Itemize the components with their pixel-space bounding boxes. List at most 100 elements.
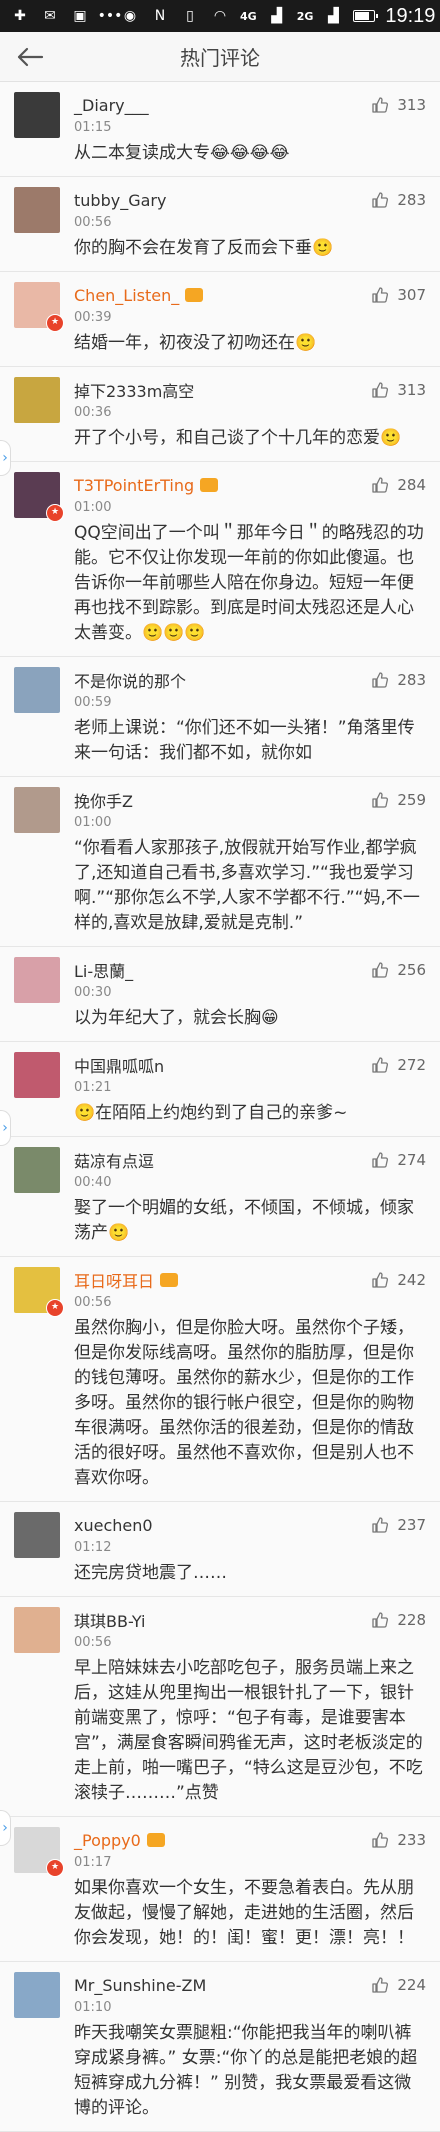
avatar[interactable] xyxy=(14,377,60,423)
like-button[interactable]: 283 xyxy=(371,191,426,209)
comment-author[interactable]: 挽你手Z xyxy=(74,788,133,812)
signal-icon: ▟ xyxy=(271,8,283,24)
verified-badge-icon: ★ xyxy=(46,314,64,332)
comment-item[interactable]: 菇凉有点逗 274 00:40 娶了一个明媚的女纸，不倾国，不倾城，倾家荡产🙂 xyxy=(0,1137,440,1257)
avatar[interactable]: ★ xyxy=(14,1827,64,1877)
avatar[interactable]: ★ xyxy=(14,1267,64,1317)
comment-body: Chen_Listen_ 307 00:39 结婚一年，初夜没了初吻还在🙂 xyxy=(74,282,426,356)
like-count: 272 xyxy=(397,1056,426,1074)
like-button[interactable]: 284 xyxy=(371,476,426,494)
comment-text: 老师上课说：“你们还不如一头猪！”角落里传来一句话：我们都不如，就你如 xyxy=(74,718,415,763)
thumb-up-icon xyxy=(372,962,389,978)
verified-badge-icon: ★ xyxy=(46,1299,64,1317)
like-button[interactable]: 313 xyxy=(371,96,426,114)
comment-item[interactable]: Mr_Sunshine-ZM 224 01:10 昨天我嘲笑女票腿粗:“你能把我当年的… xyxy=(0,1962,440,2132)
comment-text: 开了个小号，和自己谈了个十几年的恋爱🙂 xyxy=(74,428,402,448)
comment-list[interactable]: _Diary___ 313 01:15 从二本复读成大专😂😂😂😂 tubby_Gary 2… xyxy=(0,82,440,2132)
avatar[interactable] xyxy=(14,1972,60,2018)
thumb-up-icon xyxy=(372,792,389,808)
like-button[interactable]: 224 xyxy=(371,1976,426,1994)
comment-item[interactable]: 中国鼎呱呱n 272 01:21 🙂在陌陌上约炮约到了自己的亲爹~ xyxy=(0,1042,440,1137)
comment-author[interactable]: T3TPointErTing xyxy=(74,476,194,495)
back-button[interactable] xyxy=(0,32,60,82)
thumb-up-icon xyxy=(372,192,389,208)
comment-item[interactable]: 挽你手Z 259 01:00 “你看看人家那孩子,放假就开始写作业,都学疯了,还知道自… xyxy=(0,777,440,947)
comment-time: 00:39 xyxy=(74,310,112,325)
comment-time: 00:56 xyxy=(74,1635,112,1650)
comment-item[interactable]: tubby_Gary 283 00:56 你的胸不会在发育了反而会下垂🙂 xyxy=(0,177,440,272)
vip-icon xyxy=(200,478,219,492)
comment-item[interactable]: xuechen0 237 01:12 还完房贷地震了…… xyxy=(0,1502,440,1597)
comment-body: 中国鼎呱呱n 272 01:21 🙂在陌陌上约炮约到了自己的亲爹~ xyxy=(74,1052,426,1126)
like-button[interactable]: 242 xyxy=(371,1271,426,1289)
comment-text: “你看看人家那孩子,放假就开始写作业,都学疯了,还知道自己看书,多喜欢学习.”“… xyxy=(74,838,420,933)
comment-time: 00:30 xyxy=(74,985,112,1000)
comment-time: 01:12 xyxy=(74,1540,112,1555)
comment-text: 结婚一年，初夜没了初吻还在🙂 xyxy=(74,333,317,353)
like-count: 283 xyxy=(397,671,426,689)
comment-body: xuechen0 237 01:12 还完房贷地震了…… xyxy=(74,1512,426,1586)
comment-item[interactable]: ★ T3TPointErTing 284 01:00 QQ空间出了一个叫＂那年今日＂的略… xyxy=(0,462,440,657)
comment-item[interactable]: Li-思蘭_ 256 00:30 以为年纪大了，就会长胸😁 xyxy=(0,947,440,1042)
comment-body: 琪琪BB-Yi 228 00:56 早上陪妹妹去小吃部吃包子，服务员端上来之后，这娃从… xyxy=(74,1607,426,1806)
thumb-up-icon xyxy=(372,382,389,398)
avatar-image xyxy=(14,1607,60,1653)
like-count: 237 xyxy=(397,1516,426,1534)
like-button[interactable]: 259 xyxy=(371,791,426,809)
avatar[interactable]: ★ xyxy=(14,282,64,332)
comment-author[interactable]: 菇凉有点逗 xyxy=(74,1148,154,1172)
like-button[interactable]: 256 xyxy=(371,961,426,979)
comment-author[interactable]: 不是你说的那个 xyxy=(74,668,186,692)
thumb-up-icon xyxy=(372,1272,389,1288)
battery-icon xyxy=(353,10,379,22)
network-2g: 2G xyxy=(296,9,314,23)
comment-item[interactable]: 掉下2333m高空 313 00:36 开了个小号，和自己谈了个十几年的恋爱🙂 xyxy=(0,367,440,462)
like-button[interactable]: 237 xyxy=(371,1516,426,1534)
comment-author[interactable]: Chen_Listen_ xyxy=(74,286,179,305)
like-button[interactable]: 307 xyxy=(371,286,426,304)
edge-handle-3[interactable]: › xyxy=(0,1810,11,1846)
avatar[interactable] xyxy=(14,92,60,138)
avatar[interactable] xyxy=(14,1052,60,1098)
comment-item[interactable]: 不是你说的那个 283 00:59 老师上课说：“你们还不如一头猪！”角落里传来一句话… xyxy=(0,657,440,777)
edge-handle-2[interactable]: › xyxy=(0,1110,11,1146)
like-button[interactable]: 228 xyxy=(371,1611,426,1629)
avatar[interactable] xyxy=(14,667,60,713)
avatar[interactable]: ★ xyxy=(14,472,64,522)
comment-item[interactable]: ★ _Poppy0 233 01:17 如果你喜欢一个女生，不要急着表白。先从朋友做起，… xyxy=(0,1817,440,1962)
comment-item[interactable]: ★ Chen_Listen_ 307 00:39 结婚一年，初夜没了初吻还在🙂 xyxy=(0,272,440,367)
comment-author[interactable]: tubby_Gary xyxy=(74,191,166,210)
comment-author[interactable]: 耳日呀耳日 xyxy=(74,1268,154,1292)
comment-body: tubby_Gary 283 00:56 你的胸不会在发育了反而会下垂🙂 xyxy=(74,187,426,261)
avatar[interactable] xyxy=(14,1607,60,1653)
comment-author[interactable]: 掉下2333m高空 xyxy=(74,378,194,402)
comment-author[interactable]: Mr_Sunshine-ZM xyxy=(74,1976,206,1995)
like-count: 313 xyxy=(397,381,426,399)
comment-author[interactable]: 琪琪BB-Yi xyxy=(74,1608,145,1632)
comment-item[interactable]: 琪琪BB-Yi 228 00:56 早上陪妹妹去小吃部吃包子，服务员端上来之后，这娃从… xyxy=(0,1597,440,1817)
comment-text: 昨天我嘲笑女票腿粗:“你能把我当年的喇叭裤穿成紧身裤。” 女票:“你丫的总是能把… xyxy=(74,2023,418,2118)
comment-author[interactable]: _Diary___ xyxy=(74,96,149,115)
comment-time: 01:10 xyxy=(74,2000,112,2015)
comment-time: 00:59 xyxy=(74,695,112,710)
like-count: 233 xyxy=(397,1831,426,1849)
avatar[interactable] xyxy=(14,957,60,1003)
avatar[interactable] xyxy=(14,787,60,833)
like-button[interactable]: 272 xyxy=(371,1056,426,1074)
comment-author[interactable]: Li-思蘭_ xyxy=(74,958,133,982)
avatar-image xyxy=(14,787,60,833)
comment-author[interactable]: 中国鼎呱呱n xyxy=(74,1053,164,1077)
like-button[interactable]: 274 xyxy=(371,1151,426,1169)
comment-item[interactable]: ★ 耳日呀耳日 242 00:56 虽然你胸小，但是你脸大呀。虽然你个子矮，但是你发际线… xyxy=(0,1257,440,1502)
avatar[interactable] xyxy=(14,1512,60,1558)
comment-author[interactable]: _Poppy0 xyxy=(74,1831,141,1850)
like-button[interactable]: 283 xyxy=(371,671,426,689)
avatar[interactable] xyxy=(14,1147,60,1193)
like-button[interactable]: 233 xyxy=(371,1831,426,1849)
comment-item[interactable]: _Diary___ 313 01:15 从二本复读成大专😂😂😂😂 xyxy=(0,82,440,177)
like-button[interactable]: 313 xyxy=(371,381,426,399)
avatar[interactable] xyxy=(14,187,60,233)
comment-time: 00:56 xyxy=(74,215,112,230)
edge-handle-1[interactable]: › xyxy=(0,440,11,476)
comment-author[interactable]: xuechen0 xyxy=(74,1516,153,1535)
